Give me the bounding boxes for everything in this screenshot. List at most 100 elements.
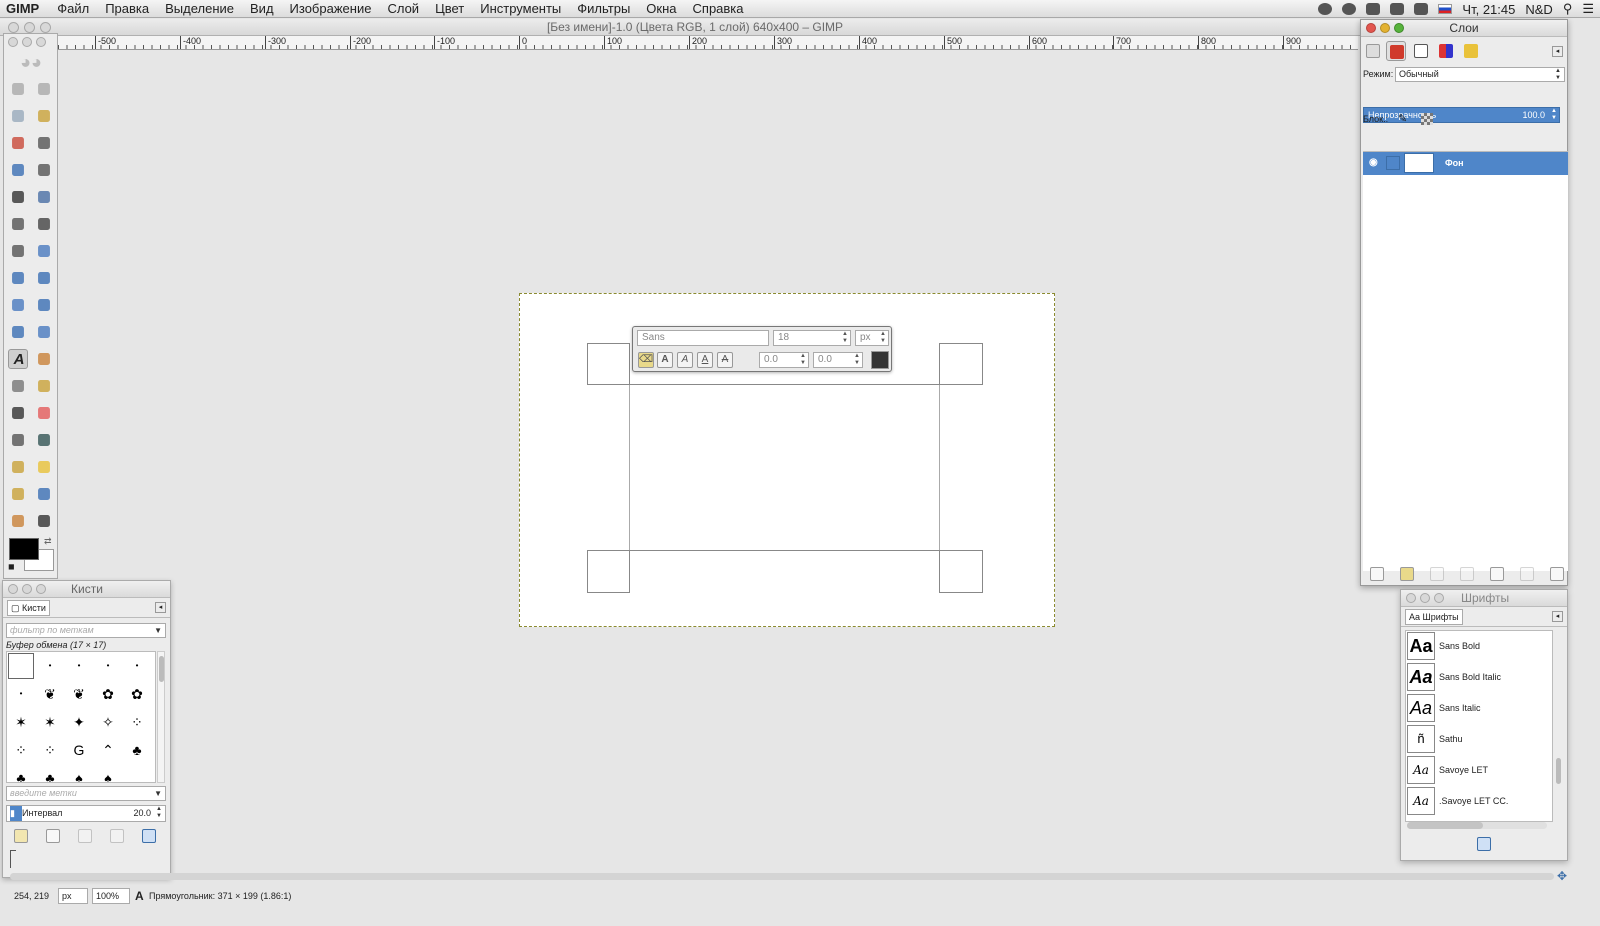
tool-ink[interactable] [34, 430, 54, 450]
tool-color-picker[interactable] [8, 187, 28, 207]
brush-cell[interactable]: • [95, 653, 121, 679]
spin-arrows-icon[interactable]: ▲ ▼ [800, 353, 806, 367]
app-menu[interactable]: GIMP [0, 1, 49, 16]
brush-cell[interactable]: • [66, 653, 92, 679]
close-window-button[interactable] [8, 37, 18, 47]
brush-cell[interactable]: • [124, 653, 150, 679]
tool-fuzzy-select[interactable] [34, 106, 54, 126]
font-name-field[interactable]: Sans [637, 330, 769, 346]
menu-image[interactable]: Изображение [282, 1, 380, 16]
brush-cell[interactable]: ♣ [124, 737, 150, 763]
tool-shear[interactable] [8, 295, 28, 315]
horizontal-ruler[interactable]: -500 -400 -300 -200 -100 0 100 200 300 4… [58, 36, 1358, 50]
spin-arrows-icon[interactable]: ▲ ▼ [1551, 108, 1557, 122]
scrollbar-thumb[interactable] [159, 656, 164, 682]
minimize-window-button[interactable] [22, 37, 32, 47]
tool-perspective-clone[interactable] [8, 484, 28, 504]
menu-windows[interactable]: Окна [638, 1, 684, 16]
lock-alpha-icon[interactable] [1421, 113, 1433, 125]
font-unit-select[interactable]: px ▲ ▼ [855, 330, 889, 346]
minimize-window-button[interactable] [22, 584, 32, 594]
spin-arrows-icon[interactable]: ▲ ▼ [156, 806, 162, 820]
input-language-icon[interactable] [1438, 4, 1453, 14]
menu-layer[interactable]: Слой [379, 1, 427, 16]
font-item[interactable]: Aa .Savoye LET CC. [1407, 787, 1553, 817]
user-name[interactable]: N&D [1525, 2, 1552, 17]
menu-filters[interactable]: Фильтры [569, 1, 638, 16]
chain-toggle[interactable] [1386, 156, 1400, 170]
delete-layer-icon[interactable] [1550, 567, 1564, 581]
brush-cell[interactable]: • [37, 653, 63, 679]
tool-foreground-select[interactable] [8, 160, 28, 180]
brush-cell[interactable]: ❦ [66, 681, 92, 707]
tab-undo-history[interactable] [1461, 41, 1481, 61]
brush-cell[interactable]: ♠ [66, 765, 92, 782]
tool-heal[interactable] [34, 457, 54, 477]
bluetooth-icon[interactable] [1366, 3, 1381, 15]
font-size-field[interactable]: 18 ▲ ▼ [773, 330, 851, 346]
edit-brush-icon[interactable] [14, 829, 28, 843]
brush-cell[interactable]: ⁘ [8, 737, 34, 763]
brush-cell[interactable]: ✶ [8, 709, 34, 735]
new-brush-icon[interactable] [46, 829, 60, 843]
tool-measure[interactable] [8, 214, 28, 234]
close-window-button[interactable] [8, 584, 18, 594]
new-layer-icon[interactable] [1370, 567, 1384, 581]
brush-cell[interactable]: ✿ [95, 681, 121, 707]
brush-cell[interactable]: ♠ [95, 765, 121, 782]
brush-cell[interactable]: G [66, 737, 92, 763]
layer-mode-select[interactable]: Обычный ▲ ▼ [1395, 67, 1565, 82]
zoom-window-button[interactable] [1394, 23, 1404, 33]
canvas-horizontal-scrollbar[interactable] [10, 873, 1554, 880]
brush-grid-scrollbar[interactable] [157, 651, 165, 783]
tool-bucket-fill[interactable] [34, 349, 54, 369]
wifi-icon[interactable] [1390, 3, 1405, 15]
zoom-window-button[interactable] [36, 37, 46, 47]
tool-smudge[interactable] [8, 511, 28, 531]
tool-paintbrush[interactable] [8, 403, 28, 423]
lock-pixels-icon[interactable]: ✎ [1398, 112, 1407, 125]
tab-menu-icon[interactable]: ◂ [155, 602, 166, 613]
font-item[interactable]: ñ Sathu [1407, 725, 1553, 755]
selection-handle-top-left[interactable] [587, 343, 630, 385]
selection-handle-top-right[interactable] [939, 343, 983, 385]
brush-cell[interactable]: ♣ [37, 765, 63, 782]
font-item[interactable]: Aa Sans Bold Italic [1407, 663, 1553, 693]
close-window-button[interactable] [1366, 23, 1376, 33]
menu-edit[interactable]: Правка [97, 1, 157, 16]
clear-style-button[interactable]: ⌫ [638, 352, 654, 368]
tool-pencil[interactable] [34, 376, 54, 396]
brush-cell[interactable]: ♣ [8, 765, 34, 782]
minimize-window-button[interactable] [1380, 23, 1390, 33]
selection-handle-bottom[interactable] [629, 550, 940, 593]
tab-menu-icon[interactable]: ◂ [1552, 46, 1563, 57]
tab-paths[interactable] [1411, 41, 1431, 61]
font-list-scrollbar[interactable] [1554, 630, 1564, 822]
tool-airbrush[interactable] [8, 430, 28, 450]
tool-blend[interactable] [8, 376, 28, 396]
tool-free-select[interactable] [8, 106, 28, 126]
tool-paths[interactable] [34, 160, 54, 180]
opacity-slider[interactable]: Непрозрачность 100.0 ▲ ▼ [1363, 107, 1560, 123]
foreground-color-swatch[interactable] [9, 538, 39, 560]
clock[interactable]: Чт, 21:45 [1462, 2, 1515, 17]
unit-select[interactable]: px [58, 888, 88, 904]
spin-arrows-icon[interactable]: ▲ ▼ [854, 353, 860, 367]
spin-arrows-icon[interactable]: ▲ ▼ [880, 331, 886, 345]
notification-center-icon[interactable]: ☰ [1582, 1, 1594, 17]
refresh-fonts-icon[interactable] [1477, 837, 1491, 851]
scrollbar-thumb[interactable] [1556, 758, 1561, 784]
delete-brush-icon[interactable] [110, 829, 124, 843]
anchor-layer-icon[interactable] [1520, 567, 1534, 581]
tab-menu-icon[interactable]: ◂ [1552, 611, 1563, 622]
zoom-window-button[interactable] [36, 584, 46, 594]
minimize-window-button[interactable] [1420, 593, 1430, 603]
lower-layer-icon[interactable] [1460, 567, 1474, 581]
baseline-field[interactable]: 0.0 ▲ ▼ [759, 352, 809, 368]
menu-select[interactable]: Выделение [157, 1, 242, 16]
text-color-button[interactable] [871, 351, 889, 369]
tool-ellipse-select[interactable] [34, 79, 54, 99]
menu-colors[interactable]: Цвет [427, 1, 472, 16]
kerning-field[interactable]: 0.0 ▲ ▼ [813, 352, 863, 368]
minimize-window-button[interactable] [24, 22, 35, 33]
